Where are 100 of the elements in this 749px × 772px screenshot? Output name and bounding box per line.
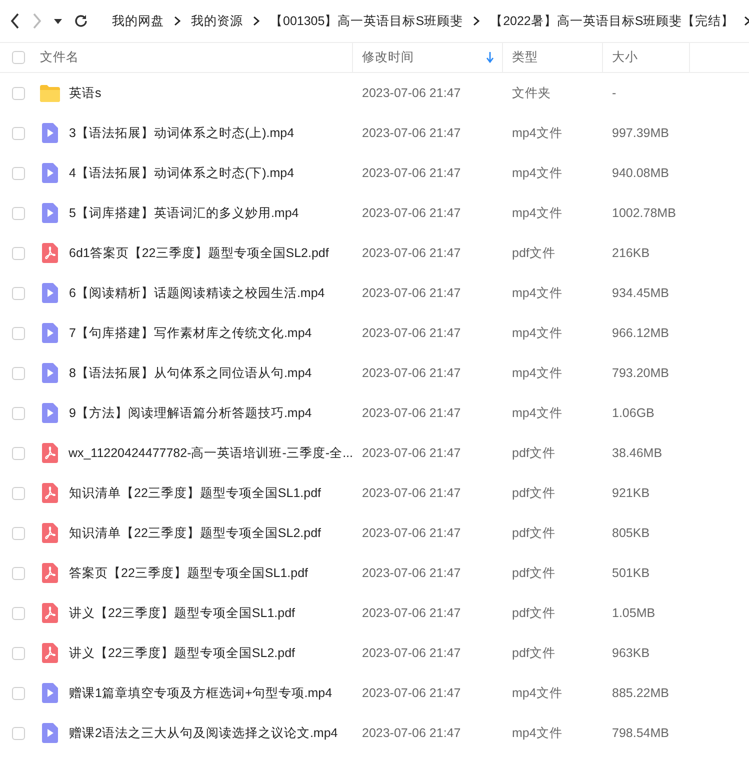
video-file-icon — [42, 163, 58, 183]
chevron-icon — [744, 16, 749, 26]
video-file-icon — [42, 363, 58, 383]
back-icon — [10, 13, 20, 29]
modified-time: 2023-07-06 21:47 — [361, 284, 462, 302]
breadcrumb-item[interactable]: 【2022暑】高一英语目标S班顾斐【完结】 — [490, 12, 734, 30]
checkbox[interactable] — [12, 166, 25, 180]
column-header[interactable]: 大小 — [603, 43, 690, 72]
file-name[interactable]: wx_11220424477782-高一英语培训班-三季度-全... — [68, 444, 353, 462]
pdf-file-icon — [42, 563, 58, 583]
modified-time: 2023-07-06 21:47 — [361, 324, 462, 342]
column-label: 大小 — [612, 49, 639, 66]
checkbox[interactable] — [12, 566, 25, 580]
file-type: mp4文件 — [511, 324, 564, 342]
checkbox[interactable] — [12, 406, 25, 420]
chevron-icon — [174, 16, 181, 26]
checkbox[interactable] — [12, 286, 25, 300]
checkbox[interactable] — [12, 486, 25, 500]
file-name[interactable]: 9【方法】阅读理解语篇分析答题技巧.mp4 — [69, 404, 312, 422]
file-type: mp4文件 — [511, 364, 564, 382]
back-button[interactable] — [10, 11, 20, 31]
file-type: mp4文件 — [511, 404, 564, 422]
file-size: 38.46MB — [611, 444, 664, 462]
file-name[interactable]: 讲义【22三季度】题型专项全国SL2.pdf — [69, 644, 295, 662]
file-name[interactable]: 7【句库搭建】写作素材库之传统文化.mp4 — [69, 324, 312, 342]
breadcrumb-item[interactable]: 我的网盘 — [112, 12, 164, 30]
checkbox[interactable] — [12, 51, 25, 64]
pdf-file-icon — [42, 523, 58, 543]
file-name[interactable]: 赠课2语法之三大从句及阅读选择之议论文.mp4 — [69, 724, 338, 742]
modified-time: 2023-07-06 21:47 — [361, 364, 462, 382]
column-header[interactable]: 类型 — [503, 43, 603, 72]
file-name[interactable]: 讲义【22三季度】题型专项全国SL1.pdf — [69, 604, 295, 622]
modified-time: 2023-07-06 21:47 — [361, 164, 462, 182]
file-type: pdf文件 — [511, 644, 556, 662]
file-size: 963KB — [611, 644, 651, 662]
modified-time: 2023-07-06 21:47 — [361, 244, 462, 262]
checkbox[interactable] — [12, 326, 25, 340]
checkbox[interactable] — [12, 86, 25, 100]
file-type: pdf文件 — [511, 564, 556, 582]
refresh-icon — [74, 14, 88, 28]
checkbox[interactable] — [12, 606, 25, 620]
file-name[interactable]: 英语s — [69, 84, 102, 102]
file-name[interactable]: 6d1答案页【22三季度】题型专项全国SL2.pdf — [69, 244, 329, 262]
pdf-file-icon — [42, 483, 58, 503]
checkbox[interactable] — [12, 206, 25, 220]
file-size: 501KB — [611, 564, 651, 582]
checkbox[interactable] — [12, 366, 25, 380]
chevron-icon — [473, 16, 480, 26]
modified-time: 2023-07-06 21:47 — [361, 724, 462, 742]
folder-icon — [40, 84, 60, 102]
checkbox[interactable] — [12, 686, 25, 700]
pdf-file-icon — [42, 643, 58, 663]
file-name[interactable]: 赠课1篇章填空专项及方框选词+句型专项.mp4 — [69, 684, 332, 702]
file-type: pdf文件 — [511, 524, 556, 542]
column-label: 文件名 — [40, 49, 80, 66]
column-header[interactable]: 文件名 — [0, 43, 353, 72]
modified-time: 2023-07-06 21:47 — [361, 564, 462, 582]
file-name[interactable]: 8【语法拓展】从句体系之同位语从句.mp4 — [69, 364, 312, 382]
file-name[interactable]: 知识清单【22三季度】题型专项全国SL2.pdf — [69, 524, 321, 542]
breadcrumb-item[interactable]: 我的资源 — [191, 12, 243, 30]
checkbox[interactable] — [12, 646, 25, 660]
file-size: 798.54MB — [611, 724, 670, 742]
file-type: mp4文件 — [511, 724, 564, 742]
file-type: pdf文件 — [511, 444, 556, 462]
modified-time: 2023-07-06 21:47 — [361, 124, 462, 142]
modified-time: 2023-07-06 21:47 — [361, 604, 462, 622]
file-type: mp4文件 — [511, 284, 564, 302]
column-header[interactable]: 修改时间 — [353, 43, 503, 72]
breadcrumb-item[interactable]: 【001305】高一英语目标S班顾斐 — [270, 12, 464, 30]
file-name[interactable]: 6【阅读精析】话题阅读精读之校园生活.mp4 — [69, 284, 325, 302]
file-name[interactable]: 4【语法拓展】动词体系之时态(下).mp4 — [69, 164, 294, 182]
modified-time: 2023-07-06 21:47 — [361, 484, 462, 502]
file-size: 934.45MB — [611, 284, 670, 302]
file-type: mp4文件 — [511, 164, 564, 182]
file-name[interactable]: 答案页【22三季度】题型专项全国SL1.pdf — [69, 564, 308, 582]
file-type: mp4文件 — [511, 204, 564, 222]
video-file-icon — [42, 203, 58, 223]
file-size: 1002.78MB — [611, 204, 677, 222]
checkbox[interactable] — [12, 246, 25, 260]
checkbox[interactable] — [12, 446, 25, 460]
video-file-icon — [42, 683, 58, 703]
video-file-icon — [42, 323, 58, 343]
file-size: 966.12MB — [611, 324, 670, 342]
file-size: 216KB — [611, 244, 651, 262]
modified-time: 2023-07-06 21:47 — [361, 404, 462, 422]
checkbox[interactable] — [12, 126, 25, 140]
modified-time: 2023-07-06 21:47 — [361, 684, 462, 702]
file-size: 997.39MB — [611, 124, 670, 142]
file-size: 921KB — [611, 484, 651, 502]
checkbox[interactable] — [12, 726, 25, 740]
video-file-icon — [42, 283, 58, 303]
video-file-icon — [42, 403, 58, 423]
file-type: pdf文件 — [511, 604, 556, 622]
forward-button[interactable] — [32, 11, 42, 31]
file-name[interactable]: 知识清单【22三季度】题型专项全国SL1.pdf — [69, 484, 321, 502]
file-name[interactable]: 3【语法拓展】动词体系之时态(上).mp4 — [69, 124, 294, 142]
file-name[interactable]: 5【词库搭建】英语词汇的多义妙用.mp4 — [69, 204, 299, 222]
file-size: 885.22MB — [611, 684, 670, 702]
checkbox[interactable] — [12, 526, 25, 540]
video-file-icon — [42, 123, 58, 143]
